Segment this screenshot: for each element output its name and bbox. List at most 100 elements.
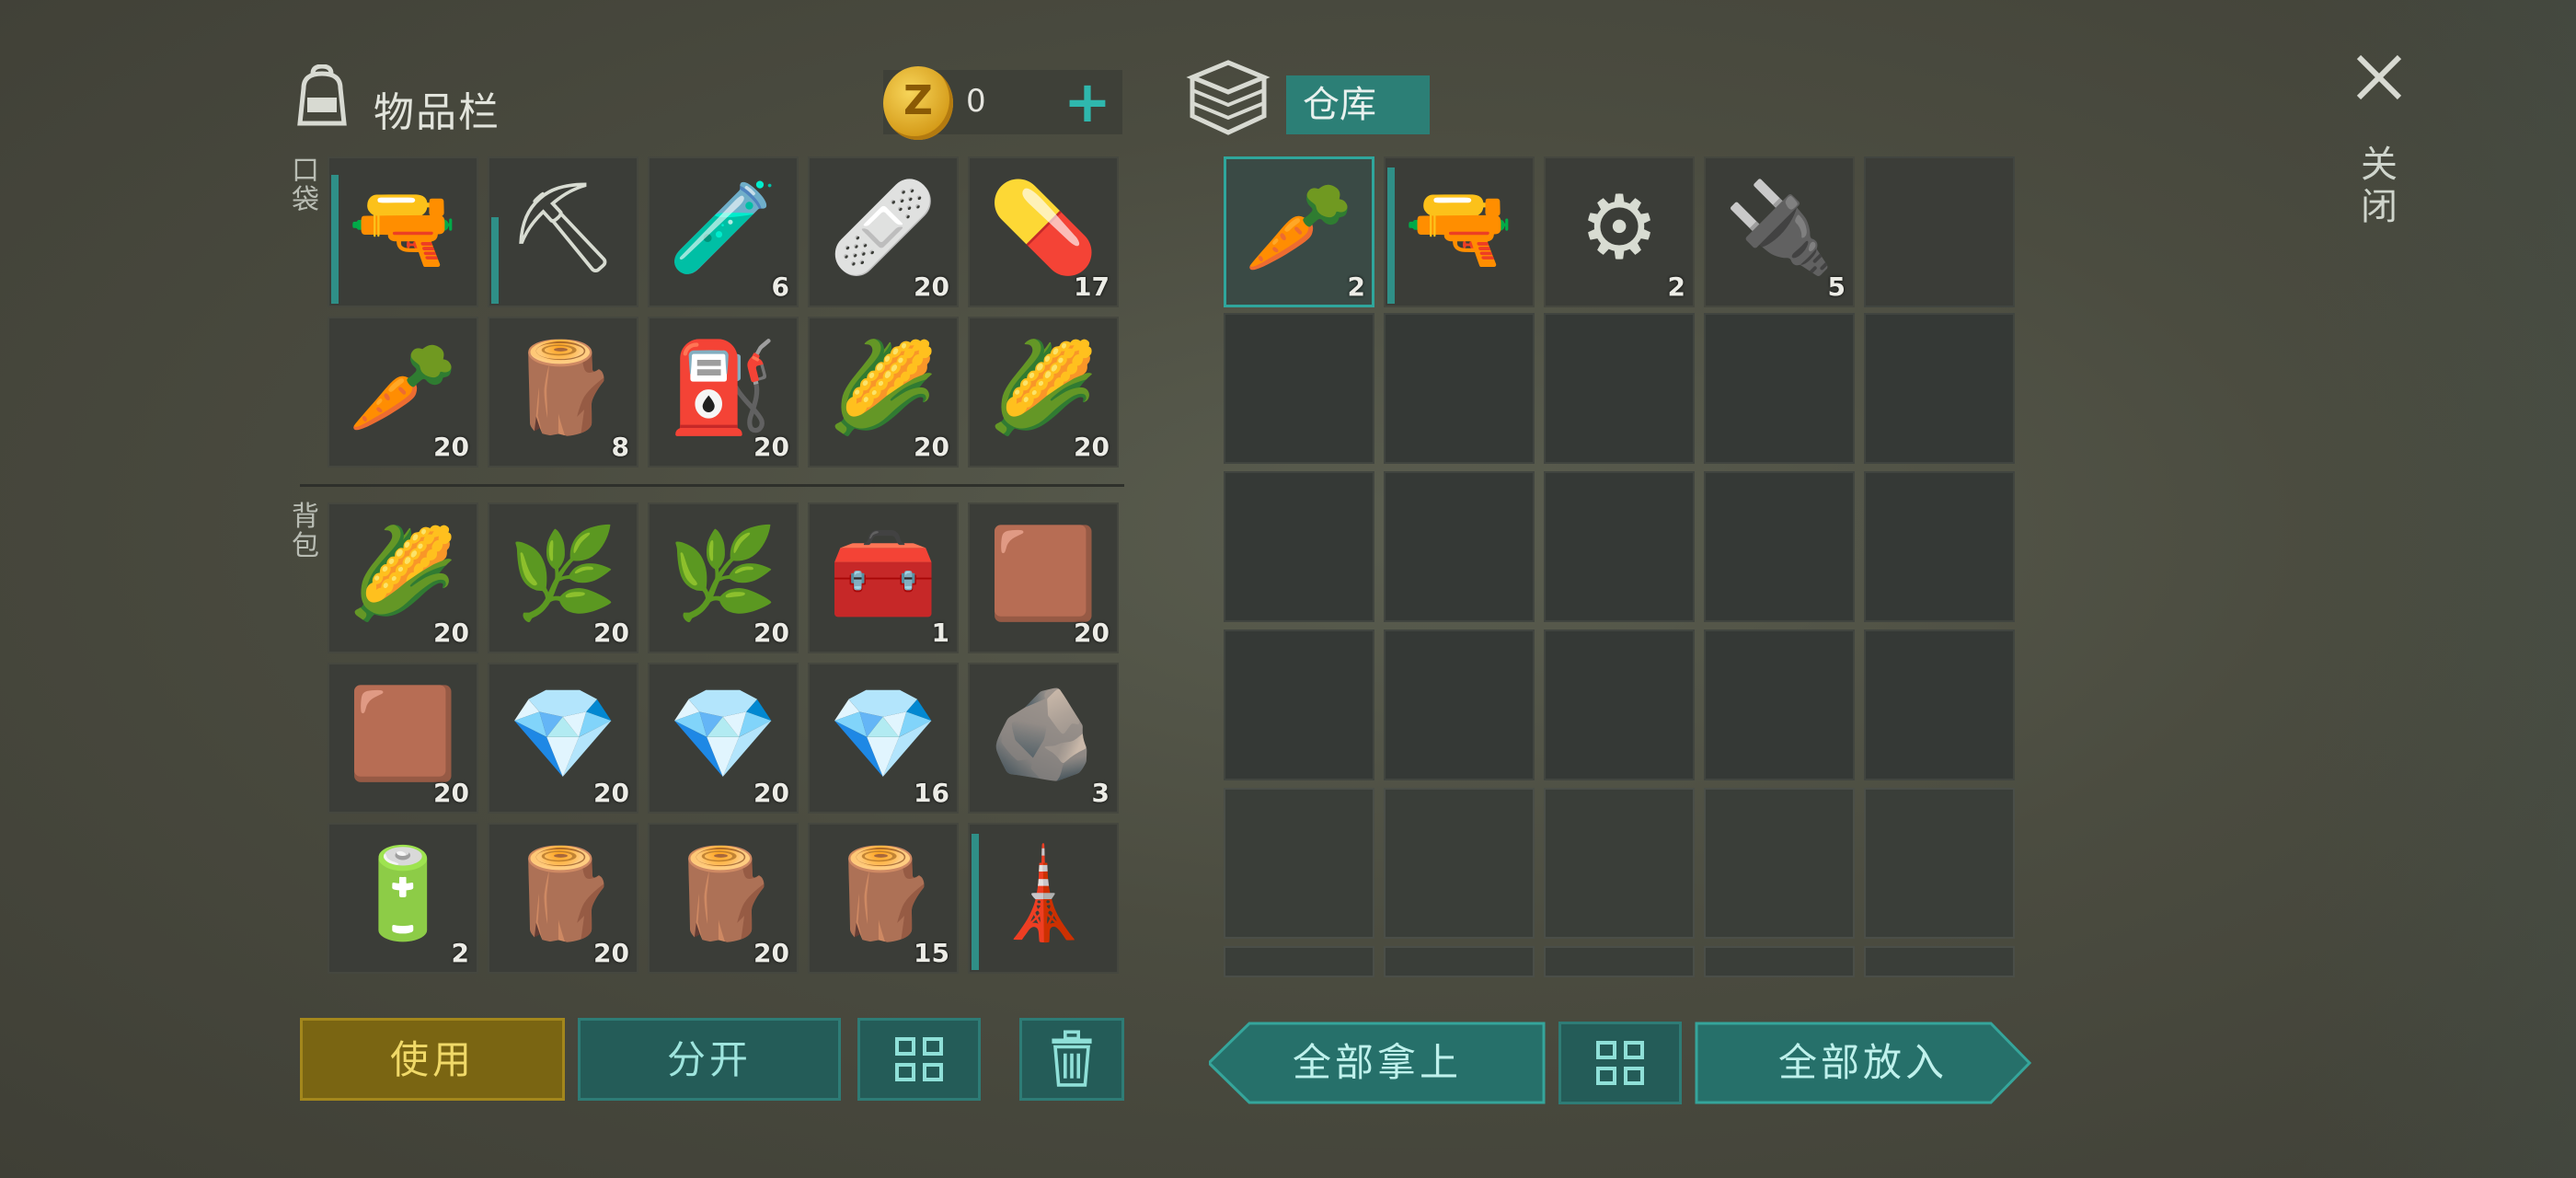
pocket-slot[interactable]: 🔫: [328, 156, 478, 307]
item-count: 17: [1074, 271, 1110, 302]
backpack-slot[interactable]: 🗼: [968, 823, 1119, 974]
close-label[interactable]: 关闭: [2361, 144, 2398, 228]
storage-slot-empty[interactable]: [1544, 629, 1695, 780]
backpack-icon: [297, 64, 347, 126]
crystal-icon: 💎: [668, 682, 778, 785]
storage-slot-empty[interactable]: [1384, 471, 1535, 622]
storage-slot-empty[interactable]: [1704, 946, 1855, 977]
backpack-slot[interactable]: 🟫 20: [328, 663, 478, 814]
backpack-slot[interactable]: 🪵 20: [488, 823, 638, 974]
pocket-slot[interactable]: 🌽 20: [968, 317, 1119, 468]
storage-sort-button[interactable]: [1558, 1022, 1682, 1104]
pills-icon: 💊: [988, 176, 1098, 279]
durability-bar: [1387, 167, 1395, 304]
backpack-slot[interactable]: 💎 20: [648, 663, 799, 814]
storage-slot[interactable]: ⚙ 2: [1544, 156, 1695, 307]
backpack-slot[interactable]: 🌽 20: [328, 502, 478, 653]
storage-slot-empty[interactable]: [1544, 788, 1695, 939]
item-count: 3: [1091, 778, 1110, 808]
storage-slot-empty[interactable]: [1384, 946, 1535, 977]
storage-slot-empty[interactable]: [1384, 629, 1535, 780]
pickaxe-icon: ⛏: [507, 176, 619, 279]
use-button[interactable]: 使用: [300, 1018, 565, 1101]
put-all-button[interactable]: 全部放入: [1695, 1022, 2031, 1104]
tab-storage[interactable]: 仓库: [1286, 75, 1430, 134]
pocket-slot[interactable]: 💊 17: [968, 156, 1119, 307]
storage-slot-empty[interactable]: [1224, 629, 1374, 780]
storage-slot-empty[interactable]: [1384, 313, 1535, 464]
item-count: 20: [753, 778, 789, 808]
backpack-slot[interactable]: 🔋 2: [328, 823, 478, 974]
inventory-sort-button[interactable]: [857, 1018, 981, 1101]
blaster-icon: 🔫: [1404, 176, 1514, 279]
transistor-icon: 🔌: [1724, 176, 1834, 279]
storage-slot[interactable]: 🥕 2: [1224, 156, 1374, 307]
take-all-button[interactable]: 全部拿上: [1209, 1022, 1546, 1104]
backpack-slot[interactable]: 🟫 20: [968, 502, 1119, 653]
pocket-slot[interactable]: 🧪 6: [648, 156, 799, 307]
storage-slot-empty[interactable]: [1864, 313, 2015, 464]
pocket-slot[interactable]: 🥕 20: [328, 317, 478, 468]
coin-count: 0: [966, 83, 986, 120]
storage-slot-empty[interactable]: [1704, 313, 1855, 464]
backpack-slot[interactable]: 🪨 3: [968, 663, 1119, 814]
durability-bar: [331, 175, 339, 304]
backpack-slot[interactable]: 💎 20: [488, 663, 638, 814]
item-count: 20: [753, 432, 789, 462]
take-all-label: 全部拿上: [1292, 1040, 1462, 1085]
put-all-label: 全部放入: [1777, 1040, 1948, 1085]
storage-slot-empty[interactable]: [1224, 471, 1374, 622]
backpack-label: 背包: [292, 501, 319, 562]
item-count: 2: [1667, 271, 1685, 302]
storage-slot-empty[interactable]: [1384, 788, 1535, 939]
corn-seed-icon: 🌽: [828, 336, 938, 439]
storage-slot-empty[interactable]: [1544, 313, 1695, 464]
storage-slot-empty[interactable]: [1224, 946, 1374, 977]
fuel-can-icon: ⛽: [668, 336, 778, 439]
wood-plank-icon: 🪵: [508, 336, 618, 439]
pocket-slot[interactable]: 🩹 20: [808, 156, 959, 307]
item-count: 20: [753, 618, 789, 648]
coin-balance: Z 0 +: [883, 66, 1122, 140]
discard-button[interactable]: [1019, 1018, 1124, 1101]
storage-slot-empty[interactable]: [1224, 313, 1374, 464]
side-panel-strip: [2300, 0, 2576, 1178]
item-count: 16: [914, 778, 949, 808]
add-coins-button[interactable]: +: [1064, 74, 1111, 131]
grid-sort-icon: [895, 1037, 947, 1083]
item-count: 20: [1074, 618, 1110, 648]
storage-slot-empty[interactable]: [1864, 471, 2015, 622]
pocket-slot[interactable]: 🪵 8: [488, 317, 638, 468]
item-count: 15: [914, 938, 949, 968]
storage-slot[interactable]: 🔫: [1384, 156, 1535, 307]
storage-slot-empty[interactable]: [1224, 788, 1374, 939]
storage-slot-empty[interactable]: [1864, 788, 2015, 939]
storage-slot-empty[interactable]: [1864, 629, 2015, 780]
backpack-slot[interactable]: 🪵 15: [808, 823, 959, 974]
storage-slot[interactable]: 🔌 5: [1704, 156, 1855, 307]
storage-slot-empty[interactable]: [1704, 471, 1855, 622]
storage-slot-empty[interactable]: [1864, 156, 2015, 307]
leaf-icon: 🌿: [668, 522, 778, 625]
storage-slot-empty[interactable]: [1864, 946, 2015, 977]
item-count: 20: [433, 618, 469, 648]
storage-slot-empty[interactable]: [1544, 471, 1695, 622]
backpack-slot[interactable]: 🌿 20: [488, 502, 638, 653]
storage-slot-empty[interactable]: [1704, 788, 1855, 939]
split-button[interactable]: 分开: [578, 1018, 841, 1101]
pocket-slot[interactable]: ⛽ 20: [648, 317, 799, 468]
crystal-icon: 💎: [508, 682, 618, 785]
pocket-slot[interactable]: 🌽 20: [808, 317, 959, 468]
storage-slot-empty[interactable]: [1544, 946, 1695, 977]
item-count: 2: [451, 938, 469, 968]
close-icon[interactable]: [2352, 50, 2407, 105]
grid-sort-icon: [1596, 1041, 1648, 1087]
backpack-slot[interactable]: 🌿 20: [648, 502, 799, 653]
backpack-slot[interactable]: 💎 16: [808, 663, 959, 814]
backpack-slot[interactable]: 🧰 1: [808, 502, 959, 653]
steel-icon: ⚙: [1579, 176, 1660, 279]
backpack-slot[interactable]: 🪵 20: [648, 823, 799, 974]
pocket-slot[interactable]: ⛏: [488, 156, 638, 307]
item-count: 20: [433, 432, 469, 462]
storage-slot-empty[interactable]: [1704, 629, 1855, 780]
